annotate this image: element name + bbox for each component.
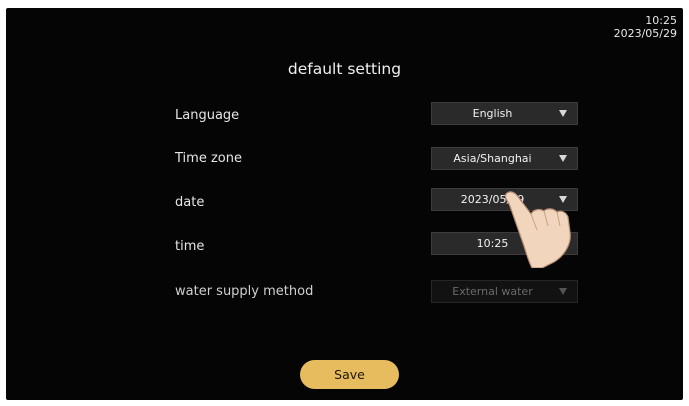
settings-screen: 10:25 2023/05/29 default setting Languag… [6, 8, 683, 400]
language-dropdown[interactable]: English [431, 102, 578, 125]
status-clock: 10:25 2023/05/29 [614, 14, 677, 40]
date-label: date [175, 195, 205, 210]
timezone-value: Asia/Shanghai [453, 152, 532, 165]
timezone-dropdown[interactable]: Asia/Shanghai [431, 147, 578, 170]
time-label: time [175, 239, 205, 254]
water-supply-label: water supply method [175, 284, 314, 299]
language-value: English [472, 107, 513, 120]
timezone-label: Time zone [175, 151, 242, 166]
chevron-down-icon [559, 288, 567, 295]
page-title: default setting [287, 60, 402, 78]
water-supply-value: External water [452, 285, 533, 298]
water-supply-dropdown: External water [431, 280, 578, 303]
chevron-down-icon [559, 155, 567, 162]
language-label: Language [175, 108, 240, 123]
clock-time: 10:25 [645, 14, 677, 27]
chevron-down-icon [559, 110, 567, 117]
clock-date: 2023/05/29 [613, 27, 677, 40]
pointing-hand-icon [504, 191, 571, 268]
save-button[interactable]: Save [300, 360, 399, 389]
